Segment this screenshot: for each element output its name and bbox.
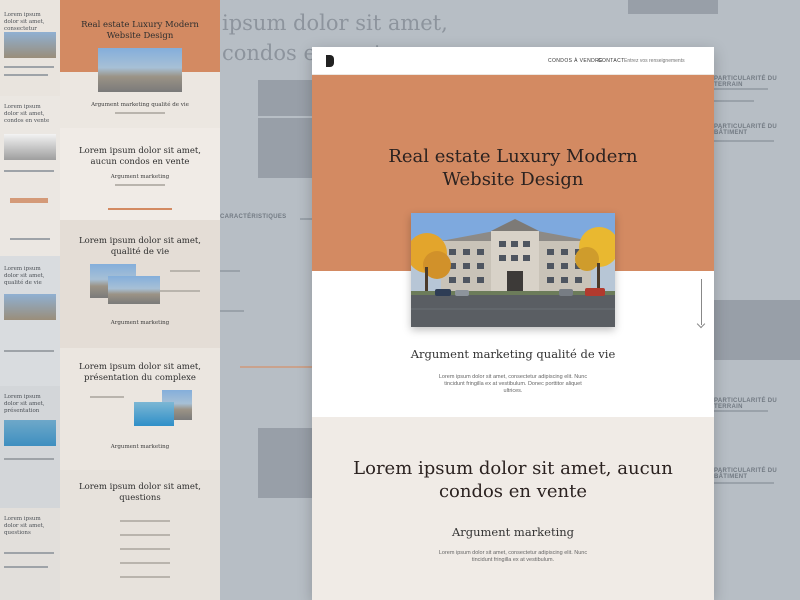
mobile-line xyxy=(4,458,54,460)
ghost-line xyxy=(714,140,774,142)
search-input[interactable] xyxy=(624,55,704,66)
mobile-block: Lorem ipsum dolor sit amet, présentation xyxy=(0,386,60,508)
tablet-line xyxy=(115,112,165,114)
ghost-label: PARTICULARITÉ DU TERRAIN xyxy=(714,76,778,88)
mobile-block: Lorem ipsum dolor sit amet, questions xyxy=(0,508,60,600)
mobile-photo xyxy=(4,420,56,446)
tablet-title: Lorem ipsum dolor sit amet, aucun condos… xyxy=(78,146,201,167)
section-subtitle: Argument marketing xyxy=(451,525,575,539)
nav-link-contact[interactable]: CONTACT xyxy=(598,58,625,64)
mobile-block: Lorem ipsum dolor sit amet, consectetur xyxy=(0,0,60,96)
tablet-line xyxy=(120,534,170,536)
mobile-photo xyxy=(4,294,56,320)
tablet-line xyxy=(108,208,172,210)
top-navigation: CONDOS À VENDRE CONTACT xyxy=(312,47,714,75)
mobile-title: Lorem ipsum dolor sit amet, présentation xyxy=(4,394,45,414)
ghost-photo xyxy=(712,300,800,360)
tablet-photo xyxy=(134,402,174,426)
tablet-line xyxy=(120,562,170,564)
tablet-subtitle: Argument marketing xyxy=(110,444,170,450)
mobile-line xyxy=(4,66,54,68)
ghost-line xyxy=(220,310,244,312)
ghost-line xyxy=(714,88,768,90)
condo-building-photo xyxy=(411,213,615,327)
listings-section: Lorem ipsum dolor sit amet, aucun condos… xyxy=(312,417,714,600)
mobile-line xyxy=(4,170,54,172)
mobile-photo xyxy=(4,32,56,58)
scroll-down-arrow-icon[interactable] xyxy=(696,279,706,329)
marketing-body: Lorem ipsum dolor sit amet, consectetur … xyxy=(438,374,588,394)
section-body: Lorem ipsum dolor sit amet, consectetur … xyxy=(438,550,588,563)
tablet-title: Real estate Luxury Modern Website Design xyxy=(81,20,199,41)
tablet-line xyxy=(120,548,170,550)
ghost-label: PARTICULARITÉ DU TERRAIN xyxy=(714,398,778,410)
hero-title: Real estate Luxury Modern Website Design xyxy=(388,146,638,190)
ghost-line xyxy=(714,482,774,484)
mobile-title: Lorem ipsum dolor sit amet, qualité de v… xyxy=(4,266,45,286)
ghost-photo xyxy=(628,0,718,14)
tablet-line xyxy=(120,576,170,578)
tablet-photo xyxy=(108,276,160,304)
mobile-block: Lorem ipsum dolor sit amet, condos en ve… xyxy=(0,96,60,256)
building-illustration xyxy=(411,213,615,327)
tablet-title: Lorem ipsum dolor sit amet, questions xyxy=(78,482,201,503)
background-mobile-column: Lorem ipsum dolor sit amet, consectetur … xyxy=(0,0,60,600)
logo-icon[interactable] xyxy=(326,55,334,67)
mobile-title: Lorem ipsum dolor sit amet, consectetur xyxy=(4,12,45,32)
ghost-line xyxy=(240,366,316,368)
ghost-label: PARTICULARITÉ DU BÂTIMENT xyxy=(714,468,778,480)
ghost-line xyxy=(220,270,240,272)
mobile-line xyxy=(4,350,54,352)
background-tablet-column: Real estate Luxury Modern Website Design… xyxy=(60,0,220,600)
ghost-label: CARACTÉRISTIQUES xyxy=(220,214,287,220)
ghost-line xyxy=(300,218,312,220)
nav-link-condos[interactable]: CONDOS À VENDRE xyxy=(548,58,603,64)
marketing-heading: Argument marketing qualité de vie xyxy=(410,347,616,361)
ghost-line xyxy=(714,410,768,412)
tablet-title: Lorem ipsum dolor sit amet, qualité de v… xyxy=(78,236,201,257)
mobile-title: Lorem ipsum dolor sit amet, questions xyxy=(4,516,45,536)
mobile-line xyxy=(4,74,48,76)
mobile-line xyxy=(10,238,50,240)
tablet-line xyxy=(90,396,124,398)
tablet-line xyxy=(170,270,200,272)
tablet-title: Lorem ipsum dolor sit amet, présentation… xyxy=(78,362,201,383)
website-preview-window: CONDOS À VENDRE CONTACT Real estate Luxu… xyxy=(312,47,714,600)
tablet-subtitle: Argument marketing xyxy=(110,174,170,180)
tablet-line xyxy=(120,520,170,522)
tablet-subtitle: Argument marketing qualité de vie xyxy=(91,102,189,108)
tablet-line xyxy=(160,290,200,292)
mobile-line xyxy=(4,566,48,568)
tablet-subtitle: Argument marketing xyxy=(110,320,170,326)
tablet-photo xyxy=(98,48,182,92)
mobile-line xyxy=(4,552,54,554)
section-title: Lorem ipsum dolor sit amet, aucun condos… xyxy=(353,458,673,502)
mobile-button xyxy=(10,198,48,203)
mobile-photo xyxy=(4,134,56,160)
mobile-title: Lorem ipsum dolor sit amet, condos en ve… xyxy=(4,104,50,124)
ghost-label: PARTICULARITÉ DU BÂTIMENT xyxy=(714,124,778,136)
tablet-line xyxy=(115,184,165,186)
ghost-line xyxy=(714,100,754,102)
mobile-block: Lorem ipsum dolor sit amet, qualité de v… xyxy=(0,256,60,386)
